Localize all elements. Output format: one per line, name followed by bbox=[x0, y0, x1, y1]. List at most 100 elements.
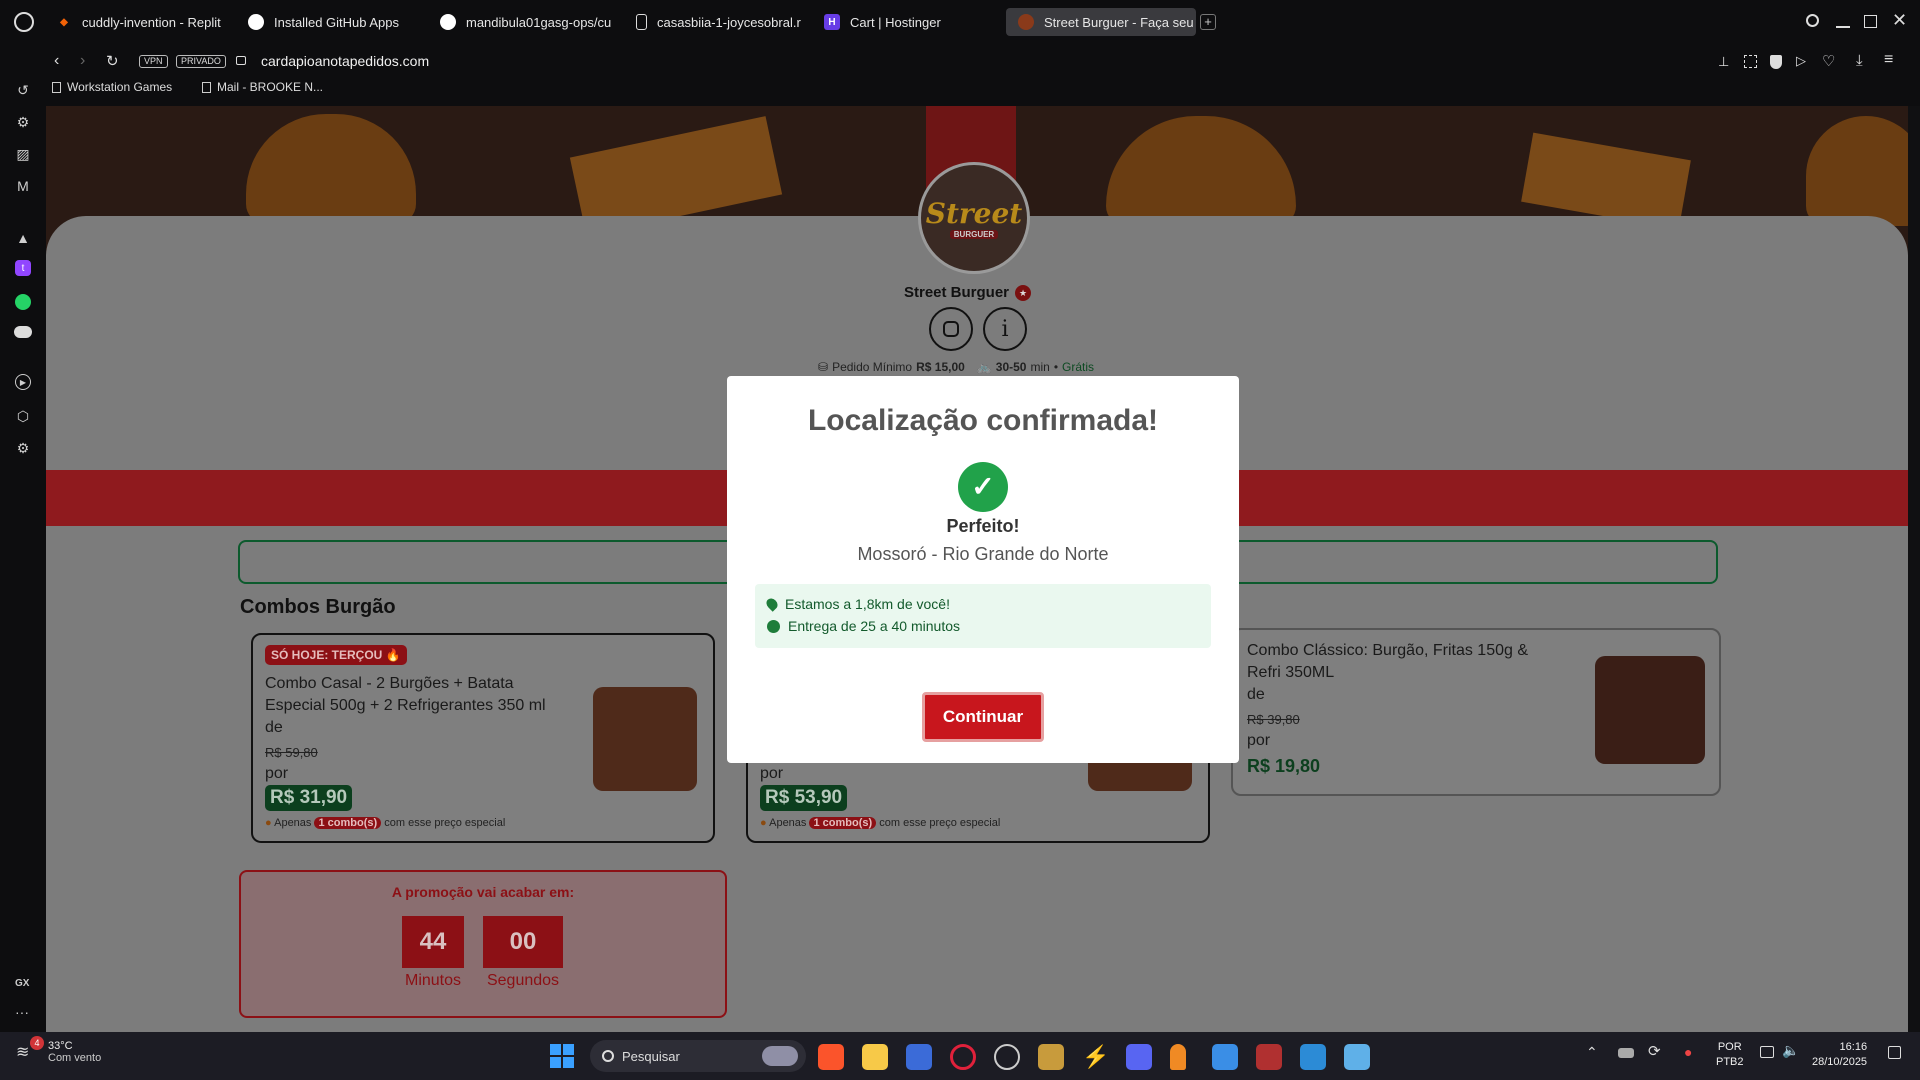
gx-cleaner-icon[interactable]: ▨ bbox=[13, 144, 33, 164]
product-card[interactable]: SÓ HOJE: TERÇOU 🔥 Combo Casal - 2 Burgõe… bbox=[251, 633, 715, 843]
minutes-label: Minutos bbox=[404, 972, 462, 989]
note-count: 1 combo(s) bbox=[809, 817, 877, 829]
time-unit: min bbox=[1030, 360, 1050, 374]
tab-replit[interactable]: ◆ cuddly-invention - Replit bbox=[44, 8, 224, 36]
continue-button[interactable]: Continuar bbox=[922, 692, 1044, 742]
sync-icon[interactable]: ⟳ bbox=[1648, 1042, 1661, 1060]
product-image bbox=[1595, 656, 1705, 764]
opera-gx-icon[interactable] bbox=[14, 12, 34, 32]
settings-icon[interactable]: ⚙ bbox=[13, 438, 33, 458]
network-icon[interactable] bbox=[1760, 1046, 1774, 1058]
whatsapp-icon[interactable] bbox=[15, 294, 31, 310]
more-icon[interactable]: ··· bbox=[15, 1004, 29, 1020]
tray-expand-icon[interactable]: ⌃ bbox=[1586, 1044, 1598, 1061]
tab-street-burguer[interactable]: Street Burguer - Faça seu bbox=[1006, 8, 1196, 36]
price-por: por bbox=[265, 765, 289, 782]
file-explorer-icon[interactable] bbox=[862, 1044, 888, 1070]
badge-text: SÓ HOJE: TERÇOU bbox=[271, 648, 383, 662]
vpn-badge[interactable]: VPN bbox=[139, 55, 168, 68]
new-tab-button[interactable]: + bbox=[1200, 14, 1216, 30]
distance-row: Estamos a 1,8km de você! bbox=[764, 596, 950, 612]
store-name: Street Burguer bbox=[904, 284, 1010, 301]
tab-github-apps[interactable]: Installed GitHub Apps bbox=[236, 8, 406, 36]
pizza-illustration bbox=[1521, 132, 1691, 230]
location-modal: Localização confirmada! ✓ Perfeito! Moss… bbox=[727, 376, 1239, 763]
separator-dot: • bbox=[1053, 360, 1059, 374]
app-icon[interactable] bbox=[994, 1044, 1020, 1070]
gx-mods-icon[interactable]: M bbox=[13, 176, 33, 196]
discord-icon[interactable] bbox=[1126, 1044, 1152, 1070]
gx-control-icon[interactable]: ⚙ bbox=[13, 112, 33, 132]
bookmark-label: Mail - BROOKE N... bbox=[217, 80, 324, 94]
tab-label: cuddly-invention - Replit bbox=[82, 14, 221, 30]
back-icon[interactable]: ‹ bbox=[54, 52, 59, 70]
price-value: R$ 19,80 bbox=[1247, 756, 1321, 776]
twitch-icon[interactable]: t bbox=[15, 260, 31, 276]
play-icon[interactable]: ▷ bbox=[1796, 53, 1806, 69]
bookmark-workstation[interactable]: Workstation Games bbox=[52, 80, 172, 94]
snapshot-icon[interactable] bbox=[1744, 55, 1757, 68]
bookmarks-bar: Workstation Games Mail - BROOKE N... bbox=[46, 78, 1920, 106]
taskbar-search[interactable]: Pesquisar bbox=[590, 1040, 806, 1072]
download-icon[interactable]: ⤓ bbox=[1856, 52, 1863, 69]
microphone-icon[interactable]: ● bbox=[1684, 1044, 1692, 1060]
search-tabs-icon[interactable] bbox=[1806, 14, 1819, 27]
clock[interactable]: 16:16 28/10/2025 bbox=[1812, 1040, 1867, 1070]
notepad-icon[interactable] bbox=[1344, 1044, 1370, 1070]
opera-gx-icon[interactable] bbox=[950, 1044, 976, 1070]
aria-icon[interactable]: ▲ bbox=[13, 228, 33, 248]
close-icon[interactable]: ✕ bbox=[1892, 10, 1907, 31]
vscode-icon[interactable] bbox=[1300, 1044, 1326, 1070]
seconds-label: Segundos bbox=[486, 972, 560, 989]
info-button[interactable]: i bbox=[983, 307, 1027, 351]
reload-icon[interactable]: ↻ bbox=[106, 52, 119, 70]
player-icon[interactable]: ▶ bbox=[15, 374, 31, 390]
photos-icon[interactable] bbox=[1212, 1044, 1238, 1070]
history-icon[interactable]: ↺ bbox=[13, 80, 33, 100]
volume-icon[interactable]: 🔈 bbox=[1782, 1042, 1799, 1059]
heart-icon[interactable]: ♡ bbox=[1822, 52, 1835, 70]
winrar-icon[interactable] bbox=[1256, 1044, 1282, 1070]
restore-icon[interactable] bbox=[1864, 15, 1877, 28]
brave-icon[interactable] bbox=[818, 1044, 844, 1070]
price-tag: R$ 31,90 bbox=[265, 785, 353, 811]
gx-label[interactable]: GX bbox=[15, 978, 29, 989]
modal-subtitle: Perfeito! bbox=[946, 516, 1020, 536]
burger-illustration bbox=[1806, 116, 1908, 226]
mic-app-icon[interactable] bbox=[1170, 1044, 1186, 1070]
bookmark-label: Workstation Games bbox=[67, 80, 173, 94]
logo-sub: BURGUER bbox=[949, 230, 999, 239]
lock-icon[interactable] bbox=[236, 56, 246, 65]
product-card[interactable]: Combo Clássico: Burgão, Fritas 150g & Re… bbox=[1231, 628, 1721, 796]
shield-icon[interactable] bbox=[1770, 55, 1782, 69]
url-field[interactable]: cardapioanotapedidos.com bbox=[261, 53, 429, 69]
product-image bbox=[593, 687, 697, 791]
tab-hostinger[interactable]: H Cart | Hostinger bbox=[812, 8, 992, 36]
weather-widget[interactable]: ≋ 4 33°C Com vento bbox=[16, 1036, 101, 1064]
menu-icon[interactable]: ≡ bbox=[1884, 51, 1893, 69]
tab-label: Street Burguer - Faça seu bbox=[1044, 14, 1194, 30]
private-badge: PRIVADO bbox=[176, 55, 226, 68]
start-button[interactable] bbox=[550, 1044, 574, 1068]
github-icon bbox=[440, 14, 456, 30]
extensions-icon[interactable]: ⬡ bbox=[13, 406, 33, 426]
old-price: R$ 39,80 bbox=[1247, 712, 1300, 727]
delivery-text: Entrega de 25 a 40 minutos bbox=[788, 618, 961, 634]
minimize-icon[interactable] bbox=[1836, 26, 1850, 28]
tab-github-repo[interactable]: mandibula01gasg-ops/cu bbox=[428, 8, 618, 36]
bookmark-mail[interactable]: Mail - BROOKE N... bbox=[202, 80, 323, 94]
search-placeholder: Pesquisar bbox=[622, 1048, 680, 1064]
language-indicator[interactable]: POR PTB2 bbox=[1716, 1040, 1744, 1070]
modal-location: Mossoró - Rio Grande do Norte bbox=[857, 544, 1109, 564]
tab-casasbiia[interactable]: casasbiia-1-joycesobral.r bbox=[624, 8, 804, 36]
bolt-icon[interactable]: ⚡ bbox=[1082, 1044, 1109, 1070]
discord-icon[interactable] bbox=[14, 326, 32, 338]
min-order-label: Pedido Mínimo bbox=[832, 360, 913, 374]
pin-icon[interactable]: ⊥ bbox=[1718, 54, 1729, 70]
forward-icon[interactable]: › bbox=[80, 52, 85, 70]
store-icon[interactable] bbox=[906, 1044, 932, 1070]
league-icon[interactable] bbox=[1038, 1044, 1064, 1070]
notification-icon[interactable] bbox=[1888, 1046, 1901, 1059]
tray-app-icon[interactable] bbox=[1618, 1048, 1634, 1058]
instagram-button[interactable] bbox=[929, 307, 973, 351]
